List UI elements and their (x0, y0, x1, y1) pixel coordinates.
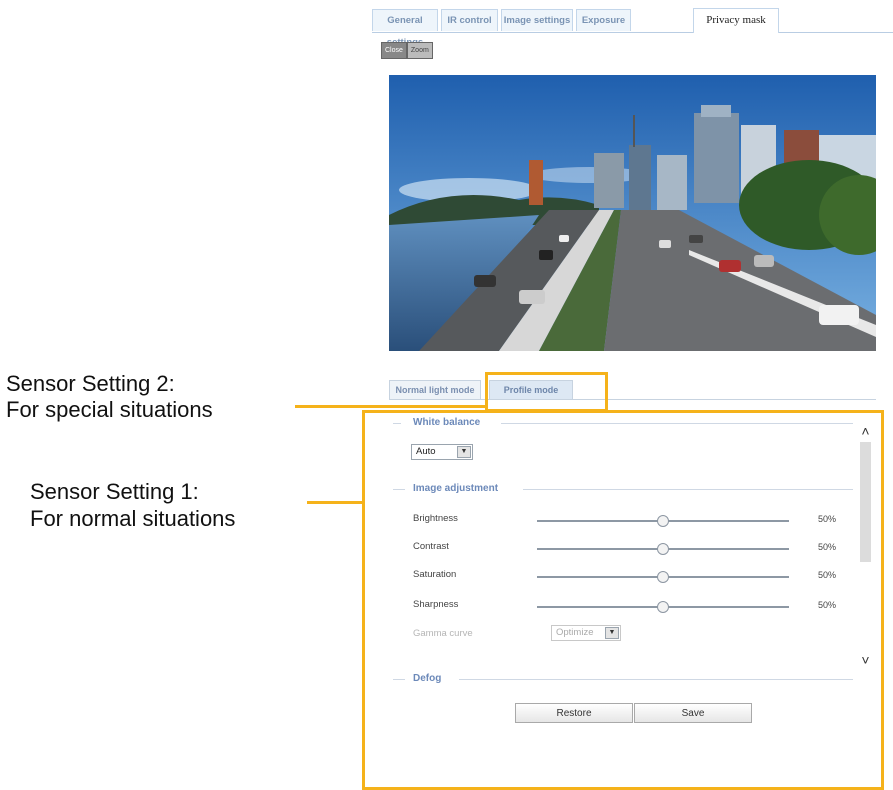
tab-normal-light-mode[interactable]: Normal light mode (389, 380, 481, 399)
sensor-mode-tab-bar: Normal light mode Profile mode (389, 380, 876, 400)
zoom-preview-button[interactable]: Zoom (406, 42, 433, 59)
view-button-group: Close Zoom (381, 42, 433, 59)
tab-exposure[interactable]: Exposure (576, 9, 631, 31)
setting2-title: Sensor Setting 2: (6, 371, 175, 396)
close-preview-button[interactable]: Close (381, 42, 407, 59)
normal-mode-highlight-box (362, 410, 884, 790)
camera-snapshot-image (389, 75, 876, 351)
tab-privacy-mask[interactable]: Privacy mask (693, 8, 779, 33)
setting2-description: For special situations (6, 397, 213, 422)
video-preview (389, 75, 876, 351)
tab-image-settings[interactable]: Image settings (501, 9, 573, 31)
tab-general-settings[interactable]: General settings (372, 9, 438, 48)
top-tab-bar: General settings IR control Image settin… (372, 8, 893, 48)
profile-mode-highlight-box (485, 372, 608, 412)
setting1-leader-line (307, 501, 364, 504)
tab-ir-control[interactable]: IR control (441, 9, 498, 31)
setting1-description: For normal situations (30, 506, 236, 531)
setting1-title: Sensor Setting 1: (30, 479, 199, 504)
setting2-leader-line (295, 405, 487, 408)
